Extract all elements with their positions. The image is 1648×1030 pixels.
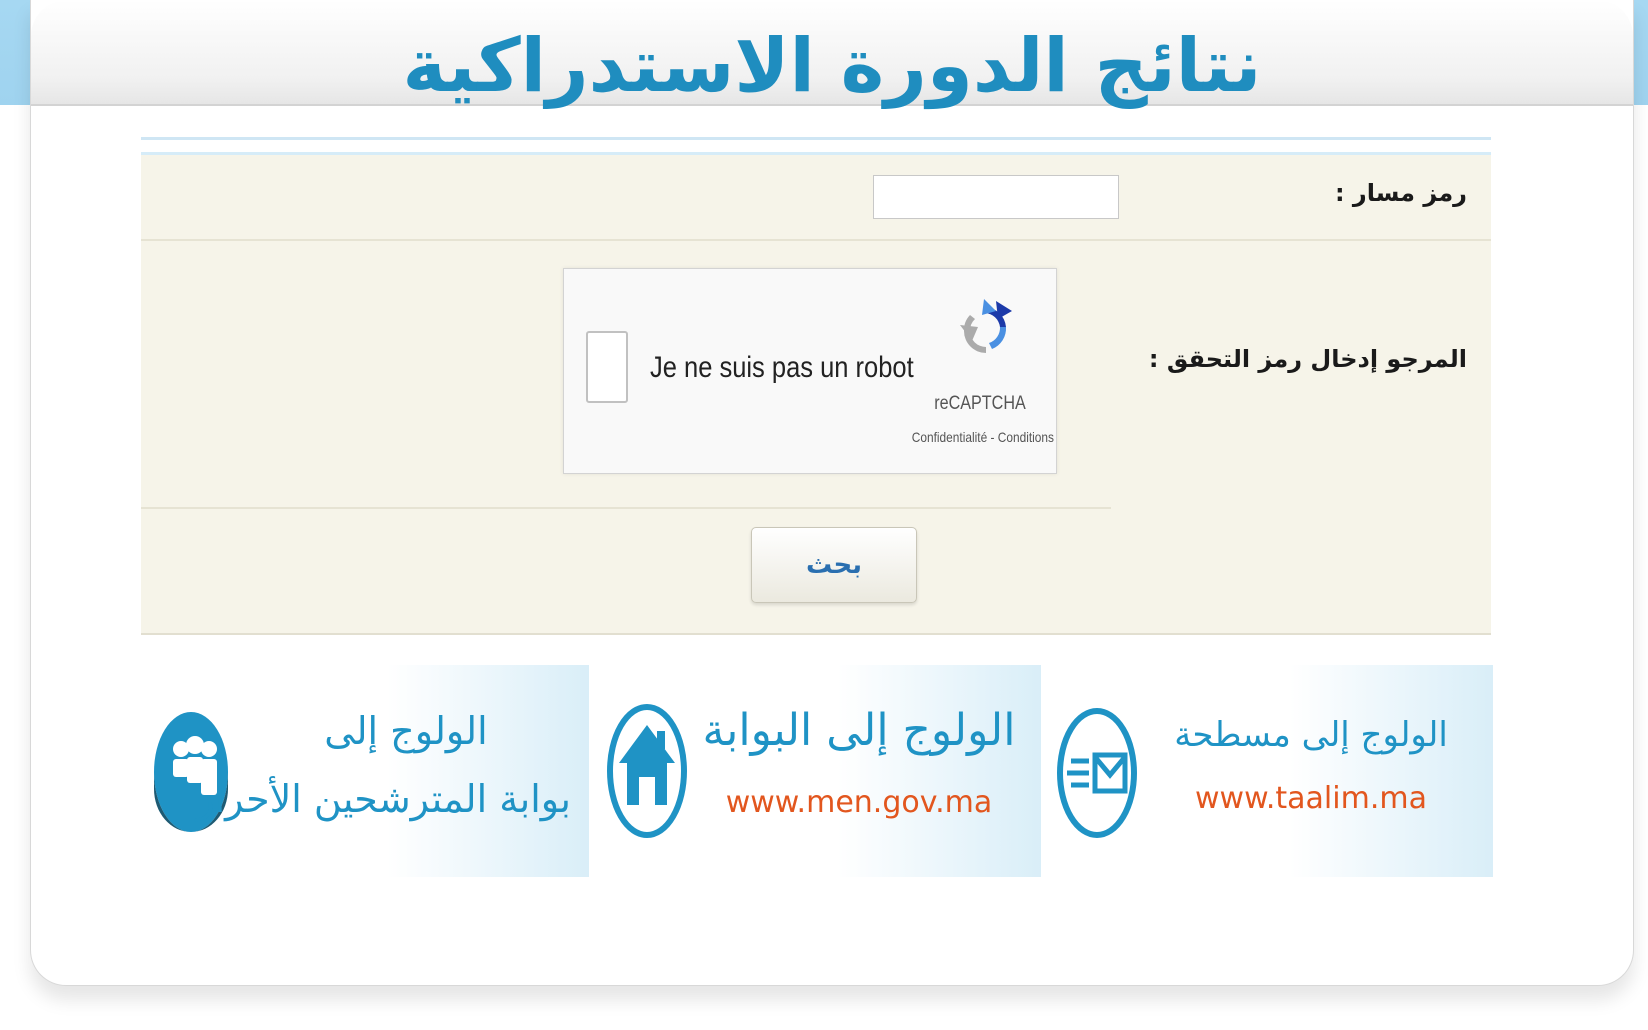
row-divider [141,507,1111,509]
title-divider [141,137,1491,140]
recaptcha-checkbox[interactable] [586,331,628,403]
recaptcha-checkbox-label: Je ne suis pas un robot [650,351,914,384]
row-divider [141,239,1491,241]
results-card: نتائج الدورة الاستدراكية رمز مسار : المر… [30,0,1634,986]
banner-taalim[interactable]: الولوج إلى مسطحة www.taalim.ma [1041,665,1493,877]
page-title: نتائج الدورة الاستدراكية [402,23,1262,109]
home-icon [607,704,687,838]
banner-men-portal[interactable]: الولوج إلى البوابة www.men.gov.ma [589,665,1041,877]
banner-free-candidates-subtitle: بوابة المترشحين الأحرار [196,777,571,821]
recaptcha-privacy-terms-links[interactable]: Confidentialité - Conditions [884,429,1054,445]
search-button[interactable]: بحث [751,527,917,603]
banner-taalim-url: www.taalim.ma [1195,781,1427,816]
search-form: رمز مسار : المرجو إدخال رمز التحقق : Je … [141,152,1491,635]
banner-free-candidates[interactable]: الولوج إلى بوابة المترشحين الأحرار [141,665,589,877]
massar-code-input[interactable] [873,175,1119,219]
banner-free-candidates-title: الولوج إلى [324,709,488,753]
massar-code-label: رمز مسار : [1334,179,1467,207]
mail-icon [1057,708,1137,838]
banner-men-title: الولوج إلى البوابة [702,705,1016,756]
captcha-label: المرجو إدخال رمز التحقق : [1148,345,1467,373]
banner-taalim-title: الولوج إلى مسطحة [1174,715,1448,755]
recaptcha-widget: Je ne suis pas un robot reCAPTCHA Confid… [563,268,1057,474]
banner-men-url: www.men.gov.ma [725,785,993,820]
recaptcha-brand: reCAPTCHA [934,393,1026,414]
recaptcha-logo-icon [960,299,1012,353]
